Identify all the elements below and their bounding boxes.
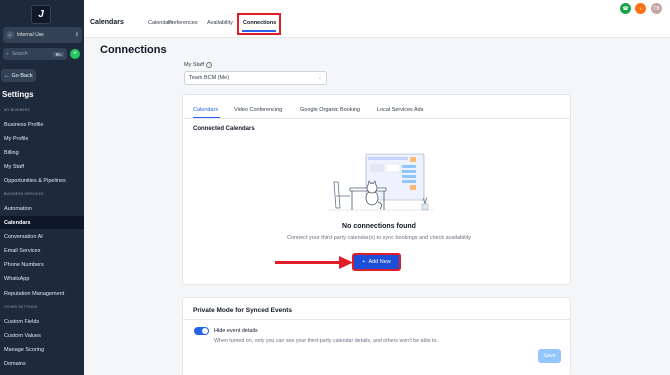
empty-state-illustration — [328, 153, 434, 211]
sidebar-search[interactable]: ⌕ Search ⌘K — [3, 48, 67, 60]
hide-event-details-description: When turned on, only you can see your th… — [214, 338, 438, 344]
toggle-knob — [202, 328, 208, 334]
connected-calendars-title: Connected Calendars — [193, 126, 255, 132]
sidebar-item-reputation[interactable]: Reputation Management — [0, 287, 84, 300]
card-tab-divider — [183, 118, 570, 119]
sidebar-item-business-profile[interactable]: Business Profile — [0, 118, 84, 131]
search-icon: ⌕ — [6, 51, 9, 57]
add-new-button[interactable]: + Add New — [352, 253, 401, 271]
go-back-label: Go Back — [11, 72, 33, 79]
hide-event-details-toggle[interactable] — [194, 327, 209, 335]
tab-availability[interactable]: Availability — [207, 20, 233, 26]
top-bar: Calendars Calendars Preferences Availabi… — [84, 0, 670, 38]
bell-icon[interactable]: ♪ — [635, 3, 646, 14]
search-placeholder: Search — [11, 51, 28, 57]
phone-icon[interactable]: ☎ — [620, 3, 631, 14]
chevron-updown-icon: ⇕ — [74, 32, 79, 38]
sidebar-item-custom-values[interactable]: Custom Values — [0, 329, 84, 342]
tab-preferences[interactable]: Preferences — [168, 20, 198, 26]
staff-label: My Staff i — [184, 62, 213, 68]
staff-select[interactable]: Team BCM (Me) ⌄ — [184, 71, 327, 85]
location-switcher[interactable]: ⌂ Internal Use ⇕ — [3, 27, 82, 43]
section-header-other-settings: OTHER SETTINGS — [4, 305, 38, 309]
sidebar-item-domains[interactable]: Domains — [0, 357, 84, 370]
card-tab-google-organic-booking[interactable]: Google Organic Booking — [300, 107, 360, 113]
header-title: Calendars — [90, 19, 124, 26]
add-new-label: Add New — [368, 259, 391, 265]
chevron-down-icon: ⌄ — [317, 75, 322, 81]
sidebar: J ⌂ Internal Use ⇕ ⌕ Search ⌘K + ← Go Ba… — [0, 0, 84, 375]
sidebar-item-whatsapp[interactable]: WhatsApp — [0, 272, 84, 285]
sidebar-item-my-staff[interactable]: My Staff — [0, 160, 84, 173]
card-tab-local-services-ads[interactable]: Local Services Ads — [377, 107, 423, 113]
location-icon: ⌂ — [6, 31, 14, 39]
info-icon[interactable]: i — [206, 62, 213, 68]
sidebar-item-phone-numbers[interactable]: Phone Numbers — [0, 258, 84, 271]
private-mode-title: Private Mode for Synced Events — [193, 307, 292, 314]
section-header-my-business: MY BUSINESS — [4, 108, 31, 112]
company-logo[interactable]: J — [31, 5, 51, 24]
sidebar-item-my-profile[interactable]: My Profile — [0, 132, 84, 145]
location-name: Internal Use — [17, 32, 44, 38]
sidebar-item-automation[interactable]: Automation — [0, 202, 84, 215]
sidebar-item-billing[interactable]: Billing — [0, 146, 84, 159]
quick-add-button[interactable]: + — [70, 49, 80, 59]
arrow-right-icon — [275, 256, 353, 269]
search-shortcut: ⌘K — [53, 51, 64, 57]
staff-label-text: My Staff — [184, 62, 205, 68]
card-tab-calendars[interactable]: Calendars — [193, 107, 218, 113]
arrow-left-icon: ← — [4, 72, 10, 79]
settings-title: Settings — [2, 90, 34, 99]
plus-icon: + — [362, 259, 366, 265]
card-tab-video-conferencing[interactable]: Video Conferencing — [234, 107, 282, 113]
sidebar-item-custom-fields[interactable]: Custom Fields — [0, 315, 84, 328]
sidebar-item-manage-scoring[interactable]: Manage Scoring — [0, 343, 84, 356]
connections-highlight-box — [237, 13, 281, 35]
sidebar-item-email-services[interactable]: Email Services — [0, 244, 84, 257]
avatar[interactable]: TB — [651, 3, 662, 14]
staff-select-value: Team BCM (Me) — [189, 75, 230, 81]
empty-state-description: Connect your third-party calendar(s) to … — [286, 235, 472, 241]
page-title: Connections — [100, 44, 167, 56]
save-button[interactable]: Save — [538, 349, 561, 363]
hide-event-details-label: Hide event details — [214, 328, 258, 334]
sidebar-item-opportunities[interactable]: Opportunities & Pipelines — [0, 174, 84, 187]
go-back-button[interactable]: ← Go Back — [1, 69, 36, 82]
empty-state-title: No connections found — [342, 223, 416, 230]
private-mode-divider — [183, 319, 570, 320]
section-header-business-services: BUSINESS SERVICES — [4, 192, 44, 196]
